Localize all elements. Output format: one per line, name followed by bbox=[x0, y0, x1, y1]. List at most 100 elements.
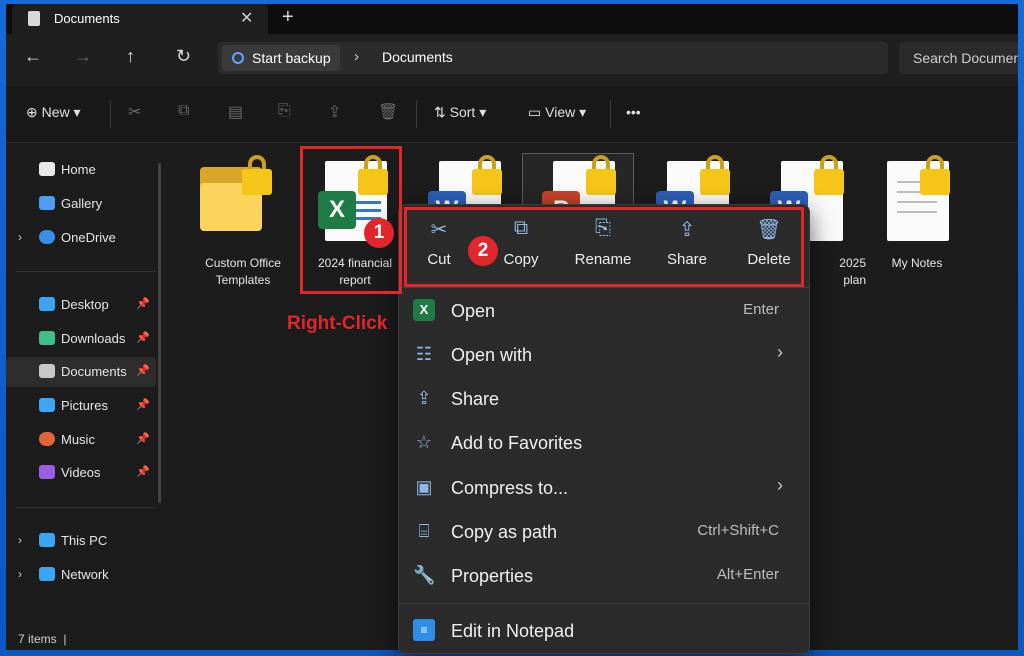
file-item[interactable]: Custom Office Templates bbox=[188, 155, 298, 295]
zip-folder-icon: ▣ bbox=[415, 477, 433, 497]
new-button[interactable]: ⊕ New ▾ bbox=[26, 104, 81, 121]
excel-icon: X bbox=[413, 299, 435, 321]
gallery-icon bbox=[39, 196, 55, 210]
sidebar-item-home[interactable]: Home bbox=[6, 155, 156, 185]
star-icon: ☆ bbox=[415, 432, 433, 452]
sort-label: Sort bbox=[449, 104, 476, 120]
sidebar-item-label: This PC bbox=[61, 533, 108, 548]
pin-icon: 📌 bbox=[136, 399, 150, 411]
share-icon[interactable]: ⇪ bbox=[328, 102, 341, 122]
view-label: View bbox=[545, 104, 576, 120]
sidebar-item-downloads[interactable]: Downloads 📌 bbox=[6, 324, 156, 354]
chevron-right-icon: › bbox=[777, 475, 783, 495]
chevron-right-icon[interactable]: › bbox=[18, 533, 22, 547]
lock-icon bbox=[700, 155, 730, 195]
notepad-icon: ≡ bbox=[413, 619, 435, 641]
sidebar-item-music[interactable]: Music 📌 bbox=[6, 425, 156, 455]
command-bar: ⊕ New ▾ ✂ ⧉ ▤ ⎘ ⇪ 🗑 ⇅ Sort ▾ ▭ View ▾ ••… bbox=[6, 86, 1018, 143]
chevron-right-icon[interactable]: › bbox=[18, 230, 22, 244]
annotation-right-click-label: Right-Click bbox=[287, 313, 388, 334]
start-backup-label: Start backup bbox=[252, 50, 331, 66]
lock-icon bbox=[814, 155, 844, 195]
sidebar-item-label: Gallery bbox=[61, 196, 103, 211]
sidebar-divider bbox=[16, 507, 156, 508]
tab-bar: Documents ✕ + bbox=[6, 4, 1018, 34]
menu-divider bbox=[399, 287, 809, 288]
up-button[interactable]: ↑ bbox=[126, 46, 135, 67]
menu-item-open[interactable]: X Open Enter bbox=[407, 289, 801, 331]
tab-documents[interactable]: Documents ✕ bbox=[12, 4, 268, 34]
chevron-right-icon: › bbox=[777, 342, 783, 362]
forward-button[interactable]: → bbox=[74, 46, 92, 67]
sidebar-item-label: OneDrive bbox=[61, 230, 116, 245]
address-bar[interactable]: Start backup › Documents bbox=[218, 42, 888, 74]
sidebar-item-videos[interactable]: Videos 📌 bbox=[6, 458, 156, 488]
pin-icon: 📌 bbox=[136, 433, 150, 445]
sidebar-item-documents[interactable]: Documents 📌 bbox=[6, 357, 156, 387]
sidebar-item-desktop[interactable]: Desktop 📌 bbox=[6, 290, 156, 320]
sidebar-item-this-pc[interactable]: › This PC bbox=[6, 526, 156, 556]
menu-item-compress[interactable]: ▣ Compress to... › bbox=[407, 466, 801, 508]
sidebar-scrollbar[interactable] bbox=[158, 163, 161, 503]
view-button[interactable]: ▭ View ▾ bbox=[528, 104, 586, 121]
search-input[interactable]: Search Documents bbox=[913, 50, 1018, 66]
search-box[interactable]: Search Documents bbox=[899, 42, 1018, 74]
menu-divider bbox=[399, 603, 809, 604]
menu-item-add-to-favorites[interactable]: ☆ Add to Favorites bbox=[407, 421, 801, 463]
pictures-icon bbox=[39, 398, 55, 412]
sidebar-item-label: Home bbox=[61, 162, 96, 177]
chevron-right-icon[interactable]: › bbox=[18, 567, 22, 581]
lock-icon bbox=[242, 155, 272, 195]
menu-item-edit-in-notepad[interactable]: ≡ Edit in Notepad bbox=[407, 609, 801, 651]
sidebar-item-label: Documents bbox=[61, 364, 127, 379]
close-tab-button[interactable]: ✕ bbox=[240, 8, 253, 28]
file-item[interactable]: My Notes bbox=[862, 155, 972, 295]
lock-icon bbox=[586, 155, 616, 195]
navigation-pane: Home Gallery › OneDrive Desktop 📌 Downlo… bbox=[6, 143, 171, 628]
annotation-quick-actions-highlight bbox=[404, 207, 804, 287]
network-icon bbox=[39, 567, 55, 581]
pin-icon: 📌 bbox=[136, 365, 150, 377]
pin-icon: 📌 bbox=[136, 332, 150, 344]
back-button[interactable]: ← bbox=[24, 46, 42, 67]
more-options-button[interactable]: ••• bbox=[626, 104, 641, 120]
sidebar-item-network[interactable]: › Network bbox=[6, 560, 156, 590]
file-name: Custom Office Templates bbox=[205, 256, 281, 287]
pin-icon: 📌 bbox=[136, 466, 150, 478]
video-icon bbox=[39, 465, 55, 479]
refresh-button[interactable]: ↻ bbox=[176, 46, 191, 67]
toolbar-divider bbox=[110, 100, 111, 128]
sidebar-item-pictures[interactable]: Pictures 📌 bbox=[6, 391, 156, 421]
computer-icon bbox=[39, 533, 55, 547]
menu-item-copy-as-path[interactable]: ⌸ Copy as path Ctrl+Shift+C bbox=[407, 510, 801, 552]
start-backup-button[interactable]: Start backup bbox=[222, 45, 340, 71]
rename-icon[interactable]: ⎘ bbox=[278, 102, 291, 120]
desktop-icon bbox=[39, 297, 55, 311]
breadcrumb-documents[interactable]: Documents bbox=[382, 49, 453, 65]
backup-icon bbox=[232, 52, 244, 64]
paste-icon[interactable]: ▤ bbox=[228, 102, 243, 122]
chevron-right-icon: › bbox=[354, 48, 359, 65]
document-icon bbox=[28, 11, 40, 26]
new-label: New bbox=[41, 104, 70, 120]
copy-icon[interactable]: ⧉ bbox=[178, 102, 189, 120]
menu-item-properties[interactable]: 🔧 Properties Alt+Enter bbox=[407, 554, 801, 596]
menu-item-open-with[interactable]: ☷ Open with › bbox=[407, 333, 801, 375]
sidebar-item-onedrive[interactable]: › OneDrive bbox=[6, 223, 156, 253]
sort-button[interactable]: ⇅ Sort ▾ bbox=[434, 104, 486, 121]
sidebar-divider bbox=[16, 271, 156, 272]
sidebar-item-label: Network bbox=[61, 567, 109, 582]
sidebar-item-label: Music bbox=[61, 432, 95, 447]
sidebar-item-gallery[interactable]: Gallery bbox=[6, 189, 156, 219]
menu-item-share[interactable]: ⇪ Share bbox=[407, 377, 801, 419]
annotation-step-2: 2 bbox=[468, 236, 498, 266]
new-tab-button[interactable]: + bbox=[282, 6, 294, 29]
wrench-icon: 🔧 bbox=[413, 565, 436, 585]
delete-icon[interactable]: 🗑 bbox=[378, 102, 398, 122]
cloud-icon bbox=[39, 230, 55, 244]
annotation-step-1: 1 bbox=[364, 218, 394, 248]
home-icon bbox=[39, 162, 55, 176]
cut-icon[interactable]: ✂ bbox=[128, 102, 141, 122]
music-icon bbox=[39, 432, 55, 446]
file-name: My Notes bbox=[891, 256, 943, 270]
